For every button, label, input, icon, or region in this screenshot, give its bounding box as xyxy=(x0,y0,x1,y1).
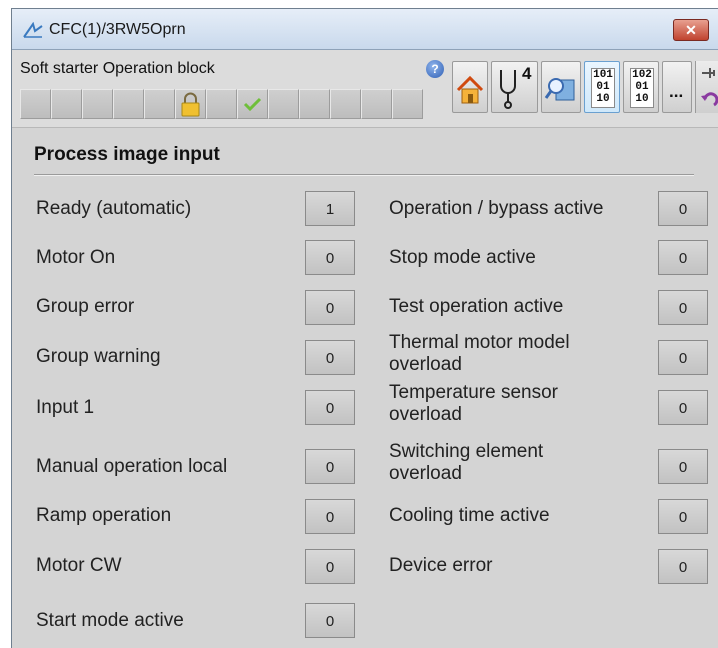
process-image-panel: Process image input Ready (automatic) 1 … xyxy=(12,128,718,648)
cooling-time-active-value: 0 xyxy=(658,499,708,534)
lock-status-cell[interactable] xyxy=(175,89,206,119)
start-mode-active-label: Start mode active xyxy=(36,610,184,631)
section-divider xyxy=(34,174,694,176)
operation-bypass-active-value: 0 xyxy=(658,191,708,226)
close-button[interactable]: ✕ xyxy=(673,19,709,41)
status-indicator-row xyxy=(20,89,423,119)
manual-operation-local-value: 0 xyxy=(305,449,355,484)
stethoscope-icon xyxy=(500,70,516,109)
temperature-sensor-label: Temperature sensor xyxy=(389,382,558,403)
ready-automatic-label: Ready (automatic) xyxy=(36,198,192,219)
status-cell xyxy=(330,89,361,119)
signal-icon xyxy=(23,21,43,43)
status-cell xyxy=(361,89,392,119)
switching-element-label: Switching element xyxy=(389,441,544,462)
padlock-icon xyxy=(181,92,200,117)
status-cell xyxy=(51,89,82,119)
input-1-label: Input 1 xyxy=(36,397,95,418)
temperature-sensor-value: 0 xyxy=(658,390,708,425)
motor-cw-label: Motor CW xyxy=(36,555,122,576)
input-1-value: 0 xyxy=(305,390,355,425)
status-cell xyxy=(268,89,299,119)
switching-element-label-line2: overload xyxy=(389,463,462,484)
switching-element-value: 0 xyxy=(658,449,708,484)
device-error-value: 0 xyxy=(658,549,708,584)
status-cell xyxy=(144,89,175,119)
side-toolbar xyxy=(695,61,718,113)
more-label: ... xyxy=(669,82,684,101)
motor-on-label: Motor On xyxy=(36,247,116,268)
status-cell xyxy=(113,89,144,119)
help-button[interactable]: ? xyxy=(426,60,444,78)
faceplate-window: CFC(1)/3RW5Oprn ✕ Soft starter Operation… xyxy=(11,8,718,648)
thermal-motor-model-label-line2: overload xyxy=(389,354,462,375)
channel-number: 4 xyxy=(522,64,532,83)
group-error-label: Group error xyxy=(36,296,135,317)
cooling-time-active-label: Cooling time active xyxy=(389,505,550,526)
manual-operation-local-label: Manual operation local xyxy=(36,456,228,477)
status-cell xyxy=(206,89,237,119)
group-warning-label: Group warning xyxy=(36,346,161,367)
group-error-value: 0 xyxy=(305,290,355,325)
thermal-motor-model-value: 0 xyxy=(658,340,708,375)
checkmark-icon xyxy=(243,97,262,112)
ready-automatic-value: 1 xyxy=(305,191,355,226)
close-icon: ✕ xyxy=(685,22,697,38)
status-cell xyxy=(82,89,113,119)
window-title: CFC(1)/3RW5Oprn xyxy=(49,21,186,38)
stop-mode-active-label: Stop mode active xyxy=(389,247,536,268)
start-mode-active-value: 0 xyxy=(305,603,355,638)
home-icon xyxy=(456,75,484,104)
check-status-cell[interactable] xyxy=(237,89,268,119)
block-toolbar: Soft starter Operation block ? 4 101 01 … xyxy=(12,50,718,128)
status-cell xyxy=(392,89,423,119)
home-button[interactable] xyxy=(452,61,488,113)
temperature-sensor-label-line2: overload xyxy=(389,404,462,425)
ramp-operation-value: 0 xyxy=(305,499,355,534)
magnifier-icon xyxy=(544,78,575,101)
operation-bypass-active-label: Operation / bypass active xyxy=(389,198,604,219)
section-title: Process image input xyxy=(34,144,220,165)
magnifier-button[interactable] xyxy=(541,61,581,113)
title-bar[interactable]: CFC(1)/3RW5Oprn ✕ xyxy=(12,9,718,50)
stop-mode-active-value: 0 xyxy=(658,240,708,275)
ramp-operation-label: Ramp operation xyxy=(36,505,172,526)
binary-label-1: 101 01 10 xyxy=(591,68,615,108)
binary-view-button-1[interactable]: 101 01 10 xyxy=(584,61,620,113)
binary-view-button-2[interactable]: 102 01 10 xyxy=(623,61,659,113)
status-cell xyxy=(299,89,330,119)
motor-on-value: 0 xyxy=(305,240,355,275)
binary-label-2: 102 01 10 xyxy=(630,68,654,108)
undo-icon[interactable] xyxy=(698,90,718,110)
more-button[interactable]: ... xyxy=(662,61,692,113)
block-title: Soft starter Operation block xyxy=(20,60,215,77)
group-warning-value: 0 xyxy=(305,340,355,375)
status-cell xyxy=(20,89,51,119)
motor-cw-value: 0 xyxy=(305,549,355,584)
thermal-motor-model-label: Thermal motor model xyxy=(389,332,570,353)
probe-button[interactable]: 4 xyxy=(491,61,538,113)
device-error-label: Device error xyxy=(389,555,493,576)
pin-icon[interactable] xyxy=(698,63,718,83)
test-operation-active-label: Test operation active xyxy=(389,296,564,317)
test-operation-active-value: 0 xyxy=(658,290,708,325)
